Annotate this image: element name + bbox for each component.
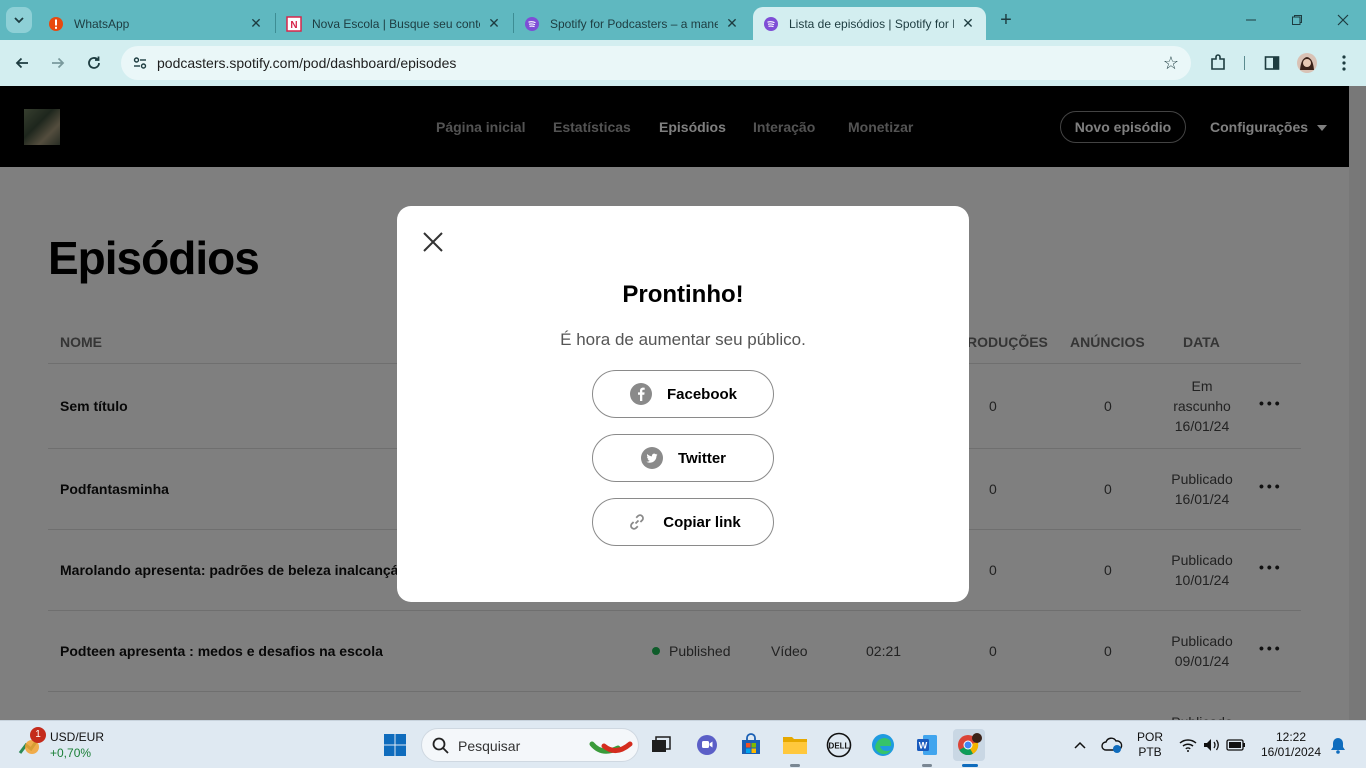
running-indicator	[790, 764, 800, 767]
file-explorer-icon[interactable]	[779, 729, 811, 761]
toolbar-divider	[1244, 56, 1245, 70]
close-tab-icon[interactable]: ✕	[960, 15, 976, 32]
spotify-podcasters-icon	[763, 16, 779, 32]
forward-icon[interactable]	[44, 49, 72, 77]
nova-escola-icon: N	[286, 15, 302, 32]
close-tab-icon[interactable]: ✕	[724, 15, 740, 32]
search-icon	[432, 737, 449, 754]
link-icon	[625, 510, 649, 534]
clock[interactable]: 12:22 16/01/2024	[1256, 730, 1326, 760]
browser-tab-strip: WhatsApp ✕ N Nova Escola | Busque seu co…	[0, 0, 1366, 40]
reload-icon[interactable]	[80, 49, 108, 77]
page-viewport: Página inicial Estatísticas Episódios In…	[0, 86, 1366, 720]
share-twitter-button[interactable]: Twitter	[592, 434, 774, 482]
dialog-title: Prontinho!	[622, 281, 744, 308]
search-placeholder: Pesquisar	[458, 738, 521, 754]
whatsapp-alert-icon	[48, 16, 64, 32]
close-window-icon[interactable]	[1320, 0, 1366, 40]
edge-browser-icon[interactable]	[867, 729, 899, 761]
widget-value: +0,70%	[50, 746, 92, 760]
clock-time: 12:22	[1275, 730, 1307, 744]
address-bar[interactable]: podcasters.spotify.com/pod/dashboard/epi…	[121, 46, 1191, 80]
chevron-down-icon	[14, 17, 24, 24]
chili-pepper-icon	[589, 741, 633, 754]
copy-link-button[interactable]: Copiar link	[592, 498, 774, 546]
chrome-icon[interactable]	[953, 729, 985, 761]
twitter-icon	[640, 446, 664, 470]
minimize-icon[interactable]	[1228, 0, 1274, 40]
facebook-icon	[629, 382, 653, 406]
close-tab-icon[interactable]: ✕	[248, 15, 264, 32]
share-facebook-button[interactable]: Facebook	[592, 370, 774, 418]
dell-icon[interactable]: DELL	[823, 729, 855, 761]
share-facebook-label: Facebook	[666, 385, 738, 403]
close-tab-icon[interactable]: ✕	[486, 15, 502, 32]
language-indicator[interactable]: POR PTB	[1134, 730, 1166, 760]
task-view-icon[interactable]	[645, 729, 677, 761]
tab-title: Nova Escola | Busque seu conte	[312, 16, 480, 31]
copy-link-label: Copiar link	[663, 513, 741, 531]
share-twitter-label: Twitter	[677, 449, 727, 467]
running-indicator	[922, 764, 932, 767]
tab-whatsapp[interactable]: WhatsApp ✕	[38, 7, 274, 40]
active-indicator	[962, 764, 978, 767]
tab-lista-episodios[interactable]: Lista de episódios | Spotify for P ✕	[753, 7, 986, 40]
browser-toolbar: podcasters.spotify.com/pod/dashboard/epi…	[0, 40, 1366, 86]
spotify-podcasters-icon	[524, 16, 540, 32]
tab-title: Spotify for Podcasters – a mane	[550, 16, 718, 31]
battery-icon[interactable]	[1220, 729, 1252, 761]
tab-nova-escola[interactable]: N Nova Escola | Busque seu conte ✕	[276, 7, 512, 40]
windows-taskbar: 1 USD/EUR +0,70% Pesquisar DELL W POR PT…	[0, 720, 1366, 768]
extensions-icon[interactable]	[1204, 49, 1232, 77]
site-info-icon[interactable]	[129, 52, 151, 74]
tab-title: Lista de episódios | Spotify for P	[789, 16, 954, 31]
svg-text:DELL: DELL	[829, 742, 850, 751]
side-panel-icon[interactable]	[1258, 49, 1286, 77]
bookmark-star-icon[interactable]: ☆	[1163, 53, 1179, 73]
clock-date: 16/01/2024	[1260, 745, 1322, 759]
show-hidden-icons-icon[interactable]	[1064, 729, 1096, 761]
word-icon[interactable]: W	[911, 729, 943, 761]
close-icon[interactable]	[419, 228, 447, 256]
teams-chat-icon[interactable]	[691, 729, 723, 761]
language-line: POR	[1136, 730, 1163, 744]
svg-text:N: N	[290, 20, 297, 31]
weather-widget[interactable]: 1 USD/EUR +0,70%	[14, 727, 105, 763]
browser-menu-icon[interactable]	[1330, 49, 1358, 77]
taskbar-search[interactable]: Pesquisar	[421, 728, 639, 762]
windows-start-icon[interactable]	[379, 729, 411, 761]
back-icon[interactable]	[8, 49, 36, 77]
profile-avatar[interactable]	[1293, 49, 1321, 77]
new-tab-icon[interactable]: +	[994, 8, 1018, 32]
dialog-subtitle: É hora de aumentar seu público.	[560, 330, 806, 349]
onedrive-sync-icon[interactable]	[1096, 729, 1128, 761]
language-line: PTB	[1138, 745, 1162, 759]
tab-search-button[interactable]	[6, 7, 32, 33]
share-dialog: Prontinho! É hora de aumentar seu públic…	[397, 206, 969, 602]
tab-spotify-podcasters[interactable]: Spotify for Podcasters – a mane ✕	[514, 7, 750, 40]
microsoft-store-icon[interactable]	[735, 729, 767, 761]
restore-icon[interactable]	[1274, 0, 1320, 40]
url-text: podcasters.spotify.com/pod/dashboard/epi…	[157, 55, 457, 71]
tab-title: WhatsApp	[74, 16, 130, 31]
notification-badge: 1	[30, 727, 46, 743]
widget-title: USD/EUR	[50, 730, 105, 744]
svg-text:W: W	[919, 741, 928, 751]
notification-bell-icon[interactable]	[1322, 729, 1354, 761]
